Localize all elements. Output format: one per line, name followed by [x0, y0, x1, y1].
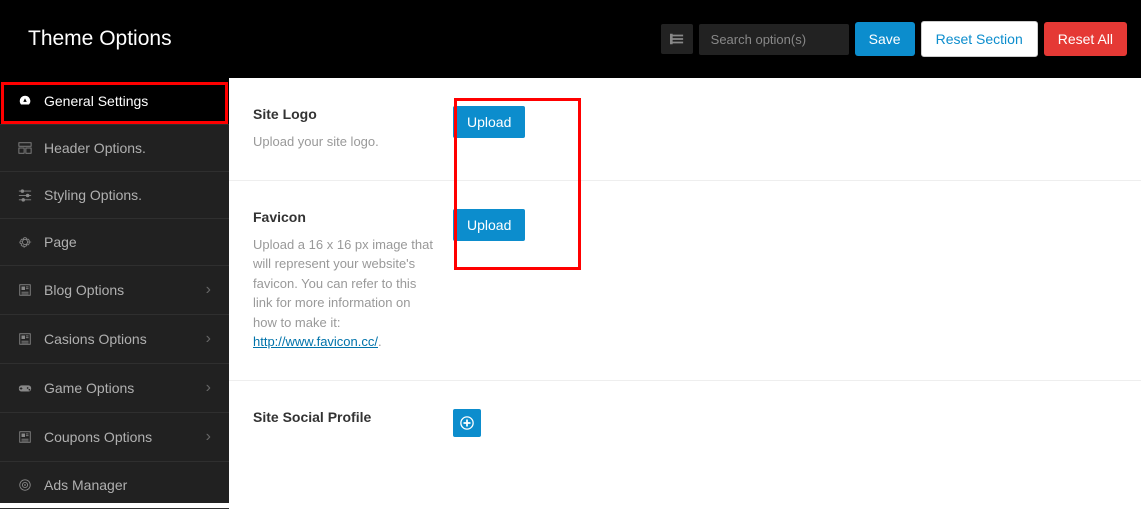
chevron-right-icon: › [206, 379, 211, 397]
option-desc-text: . [378, 334, 382, 349]
sidebar-item-label: Blog Options [44, 282, 124, 298]
gamepad-icon [18, 381, 36, 395]
option-title: Site Logo [253, 106, 433, 122]
sidebar-item-label: Header Options. [44, 140, 146, 156]
option-title: Favicon [253, 209, 433, 225]
chevron-right-icon: › [206, 330, 211, 348]
sidebar-item-casions-options[interactable]: Casions Options › [0, 315, 229, 364]
sidebar-item-label: Page [44, 234, 77, 250]
chevron-right-icon: › [206, 281, 211, 299]
sidebar-item-label: Casions Options [44, 331, 147, 347]
upload-site-logo-button[interactable]: Upload [453, 106, 525, 138]
page-title: Theme Options [28, 27, 172, 51]
reset-section-button[interactable]: Reset Section [921, 21, 1038, 57]
option-desc-text: Upload a 16 x 16 px image that will repr… [253, 237, 433, 330]
sidebar-item-label: General Settings [44, 93, 148, 109]
chevron-right-icon: › [206, 428, 211, 446]
option-title: Site Social Profile [253, 409, 433, 425]
add-social-button[interactable] [453, 409, 481, 437]
plus-icon [460, 416, 474, 430]
search-input[interactable] [699, 24, 849, 55]
option-favicon: Favicon Upload a 16 x 16 px image that w… [229, 181, 1141, 381]
sidebar-item-header-options[interactable]: Header Options. [0, 125, 229, 172]
news-icon [18, 332, 36, 346]
sidebar-item-blog-options[interactable]: Blog Options › [0, 266, 229, 315]
news-icon [18, 430, 36, 444]
sidebar-item-page[interactable]: Page [0, 219, 229, 266]
sidebar-item-game-options[interactable]: Game Options › [0, 364, 229, 413]
option-social-profile: Site Social Profile [229, 381, 1141, 465]
sidebar-item-label: Styling Options. [44, 187, 142, 203]
option-site-logo: Site Logo Upload your site logo. Upload [229, 78, 1141, 181]
sidebar-item-ads-manager[interactable]: Ads Manager [0, 462, 229, 509]
sidebar-item-label: Coupons Options [44, 429, 152, 445]
sidebar-item-styling-options[interactable]: Styling Options. [0, 172, 229, 219]
header-bar: Theme Options Save Reset Section Reset A… [0, 0, 1141, 78]
layout-icon [18, 141, 36, 155]
reset-all-button[interactable]: Reset All [1044, 22, 1127, 56]
sidebar-item-coupons-options[interactable]: Coupons Options › [0, 413, 229, 462]
option-desc: Upload a 16 x 16 px image that will repr… [253, 235, 433, 352]
sliders-icon [18, 188, 36, 202]
header-actions: Save Reset Section Reset All [661, 21, 1127, 57]
sidebar-item-general-settings[interactable]: General Settings [0, 78, 229, 125]
gears-icon [18, 235, 36, 249]
option-desc: Upload your site logo. [253, 132, 433, 152]
save-button[interactable]: Save [855, 22, 915, 56]
news-icon [18, 283, 36, 297]
bullseye-icon [18, 478, 36, 492]
dashboard-icon [18, 94, 36, 108]
sidebar-item-label: Game Options [44, 380, 134, 396]
toggle-panel-icon[interactable] [661, 24, 693, 54]
sidebar: General Settings Header Options. Styling O… [0, 78, 229, 503]
upload-favicon-button[interactable]: Upload [453, 209, 525, 241]
content-panel: Site Logo Upload your site logo. Upload … [229, 78, 1141, 503]
favicon-link[interactable]: http://www.favicon.cc/ [253, 334, 378, 349]
sidebar-item-label: Ads Manager [44, 477, 127, 493]
